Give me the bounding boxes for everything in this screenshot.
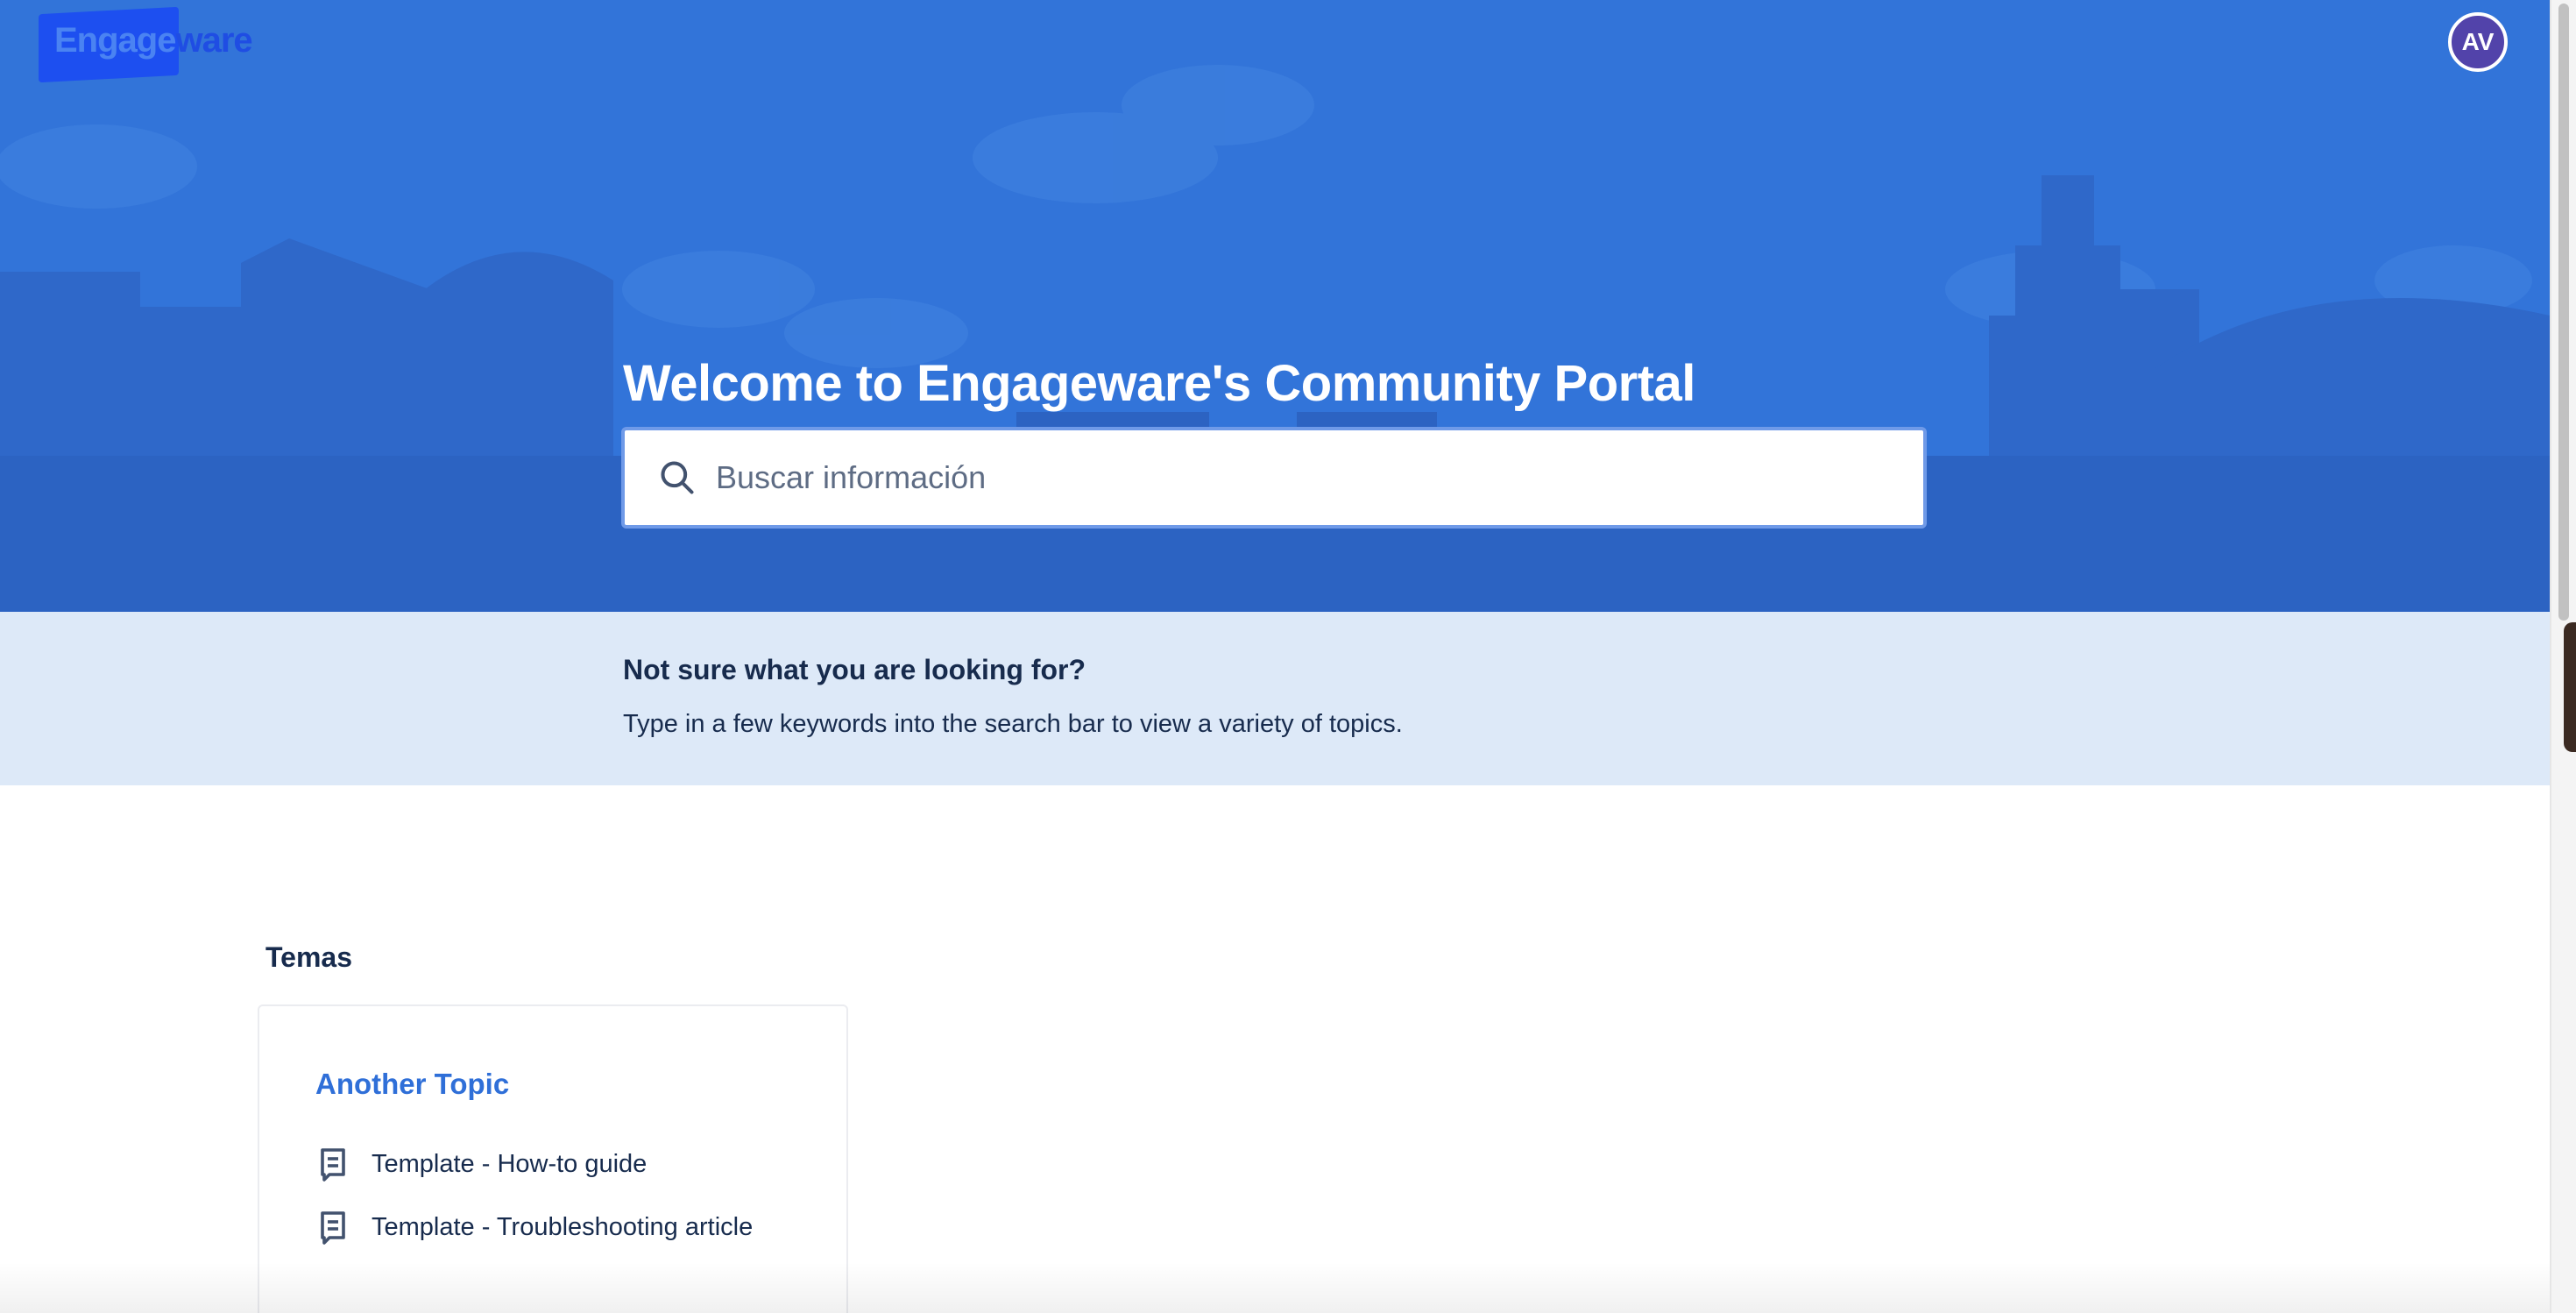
search-bar[interactable] bbox=[621, 427, 1927, 529]
hint-heading: Not sure what you are looking for? bbox=[623, 654, 1086, 685]
search-icon bbox=[661, 461, 694, 494]
logo-wordmark-part-1: Engage bbox=[54, 21, 176, 60]
help-center-page: Engageware AV Welcome to Engageware's Co… bbox=[0, 0, 2576, 1313]
topic-title-link[interactable]: Another Topic bbox=[315, 1068, 509, 1101]
topic-card: Another Topic Template - How-to guide Te… bbox=[258, 1004, 848, 1313]
hero-banner: Engageware AV Welcome to Engageware's Co… bbox=[0, 0, 2550, 612]
scrollbar-thumb[interactable] bbox=[2558, 4, 2569, 621]
side-panel-handle[interactable] bbox=[2564, 622, 2576, 752]
article-label: Template - Troubleshooting article bbox=[372, 1212, 754, 1241]
user-avatar[interactable]: AV bbox=[2448, 12, 2508, 72]
hint-description: Type in a few keywords into the search b… bbox=[623, 710, 1403, 738]
page-title: Welcome to Engageware's Community Portal bbox=[623, 355, 1695, 412]
logo-wordmark: Engageware bbox=[54, 21, 253, 60]
topics-heading: Temas bbox=[265, 941, 353, 973]
article-link[interactable]: Template - How-to guide bbox=[319, 1132, 753, 1196]
logo-wordmark-part-2: ware bbox=[175, 21, 252, 60]
search-hint-banner: Not sure what you are looking for? Type … bbox=[0, 612, 2550, 785]
article-icon bbox=[321, 1211, 345, 1245]
article-icon bbox=[321, 1148, 345, 1182]
article-list: Template - How-to guide Template - Troub… bbox=[319, 1132, 753, 1259]
engageware-logo[interactable]: Engageware bbox=[39, 6, 253, 83]
article-link[interactable]: Template - Troubleshooting article bbox=[319, 1196, 753, 1259]
article-label: Template - How-to guide bbox=[372, 1149, 648, 1178]
search-input[interactable] bbox=[714, 442, 1923, 514]
